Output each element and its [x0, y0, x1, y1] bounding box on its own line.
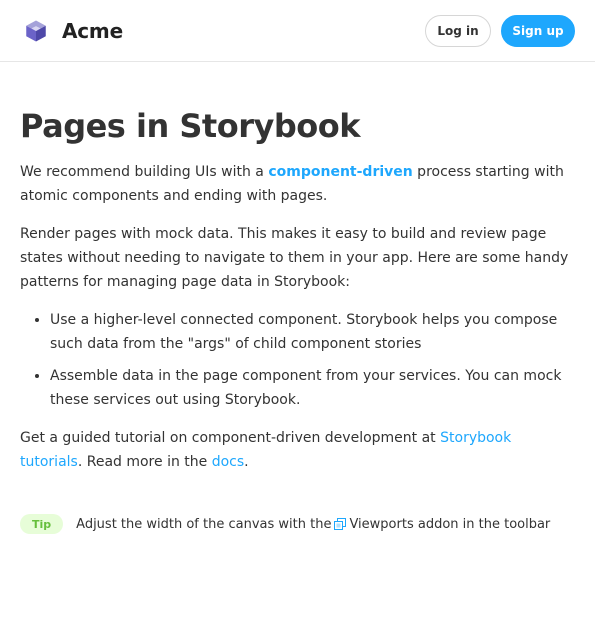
tutorial-text-middle: . Read more in the	[77, 454, 212, 470]
login-button[interactable]: Log in	[425, 14, 491, 47]
tutorial-text-after: .	[244, 454, 249, 470]
brand[interactable]: Acme	[24, 19, 123, 43]
site-header: Acme Log in Sign up	[0, 0, 595, 62]
tip-text-after: Viewports addon in the toolbar	[349, 516, 551, 532]
tip-wrapper: Tip Adjust the width of the canvas with …	[20, 514, 575, 534]
signup-button[interactable]: Sign up	[501, 14, 575, 47]
intro-text-before: We recommend building UIs with a	[20, 164, 269, 180]
tip-text-before: Adjust the width of the canvas with the	[76, 516, 332, 532]
auth-buttons: Log in Sign up	[425, 14, 575, 47]
viewport-icon	[334, 518, 347, 530]
tip-badge: Tip	[20, 514, 64, 534]
list-item: Assemble data in the page component from…	[50, 364, 575, 412]
page-content: Pages in Storybook We recommend building…	[0, 62, 595, 534]
intro-paragraph: We recommend building UIs with a compone…	[20, 160, 575, 208]
component-driven-link[interactable]: component-driven	[268, 164, 412, 180]
brand-name: Acme	[62, 18, 123, 43]
list-item: Use a higher-level connected component. …	[50, 308, 575, 356]
page-title: Pages in Storybook	[20, 107, 361, 145]
docs-link[interactable]: docs	[212, 454, 244, 470]
patterns-list: Use a higher-level connected component. …	[50, 308, 575, 412]
mock-data-paragraph: Render pages with mock data. This makes …	[20, 226, 569, 290]
tutorial-text-before: Get a guided tutorial on component-drive…	[20, 430, 441, 446]
tutorial-paragraph: Get a guided tutorial on component-drive…	[20, 426, 575, 474]
acme-cube-logo-icon	[24, 19, 48, 43]
